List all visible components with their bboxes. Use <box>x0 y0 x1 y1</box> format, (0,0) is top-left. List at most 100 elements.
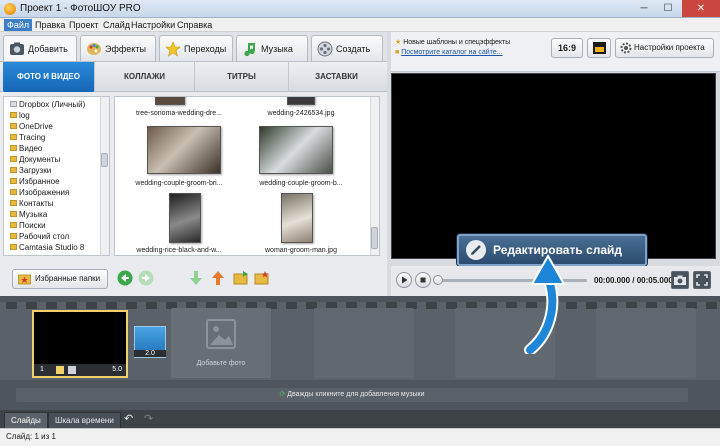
tree-item-contacts[interactable]: Контакты <box>10 198 54 209</box>
tree-item-favorites[interactable]: Избранное <box>10 176 60 187</box>
catalog-link[interactable]: Посмотрите каталог на сайте... <box>401 49 502 56</box>
tab-effects-label: Эффекты <box>105 44 146 54</box>
play-button[interactable] <box>396 272 412 288</box>
folder-icon <box>10 189 17 195</box>
slide-number: 1 <box>40 366 44 373</box>
up-arrow-icon[interactable] <box>210 270 226 286</box>
file-name: tree-sonoma-wedding-dre... <box>136 110 222 117</box>
subtab-collages[interactable]: КОЛЛАЖИ <box>95 62 195 92</box>
file-thumbnail[interactable] <box>281 193 313 243</box>
tab-create[interactable]: Создать <box>311 35 383 61</box>
tree-item-camtasia[interactable]: Camtasia Studio 8 <box>10 242 84 253</box>
file-thumbnail[interactable] <box>169 193 201 243</box>
tree-item-images[interactable]: Изображения <box>10 187 69 198</box>
folder-icon <box>10 101 17 107</box>
tree-item-searches[interactable]: Поиски <box>10 220 46 231</box>
slide-timeline: 1 5.0 2.0 Добавьте фото ⟳ Дважды кликнит… <box>0 296 720 410</box>
file-thumbnail[interactable] <box>259 126 333 174</box>
menu-settings[interactable]: Настройки <box>128 19 178 31</box>
fullscreen-button[interactable] <box>693 271 711 289</box>
tree-item-downloads[interactable]: Загрузки <box>10 165 51 176</box>
slide-thumbnail[interactable]: 1 5.0 <box>32 310 128 378</box>
tree-item-music[interactable]: Музыка <box>10 209 47 220</box>
news-link[interactable]: ■ Посмотрите каталог на сайте... <box>395 49 503 56</box>
curved-arrow-icon <box>524 254 566 354</box>
favorite-folders-button[interactable]: Избранные папки <box>12 269 108 289</box>
speaker-icon[interactable] <box>68 366 76 374</box>
snapshot-button[interactable] <box>671 271 689 289</box>
file-thumbnail[interactable] <box>147 126 221 174</box>
empty-slot[interactable] <box>314 308 414 378</box>
file-name: wedding-couple-groom-bri... <box>135 180 223 187</box>
tree-item-desktop[interactable]: Рабочий стол <box>10 231 69 242</box>
file-grid[interactable]: tree-sonoma-wedding-dre... wedding-24265… <box>114 96 380 256</box>
subtab-titles[interactable]: ТИТРЫ <box>195 62 289 92</box>
folder-icon <box>10 156 17 162</box>
folder-favorite-icon[interactable] <box>254 270 270 286</box>
tree-item-video[interactable]: Видео <box>10 143 42 154</box>
folder-icon <box>10 134 17 140</box>
aspect-ratio-button[interactable]: 16:9 <box>551 38 583 58</box>
subtab-photo-video[interactable]: ФОТО И ВИДЕО <box>3 62 95 92</box>
window-title: Проект 1 - ФотоШОУ PRO <box>20 3 141 14</box>
undo-icon[interactable]: ↶ <box>124 412 133 425</box>
file-name: wedding-couple-groom-b... <box>259 180 343 187</box>
tab-add[interactable]: Добавить <box>3 35 77 61</box>
preview-screen[interactable] <box>391 73 716 259</box>
tree-item-log[interactable]: log <box>10 110 30 121</box>
file-grid-scrollbar[interactable] <box>370 97 379 255</box>
folder-add-icon[interactable] <box>233 270 249 286</box>
folder-tree-scroll-thumb[interactable] <box>101 153 108 167</box>
forward-arrow-icon[interactable] <box>138 270 154 286</box>
subtab-intros[interactable]: ЗАСТАВКИ <box>289 62 384 92</box>
down-arrow-icon[interactable] <box>188 270 204 286</box>
folder-tree[interactable]: Dropbox (Личный) log OneDrive Tracing Ви… <box>3 96 110 256</box>
back-arrow-icon[interactable] <box>117 270 133 286</box>
maximize-button[interactable]: ☐ <box>656 0 680 17</box>
stop-button[interactable] <box>415 272 431 288</box>
view-tabs: Слайды Шкала времени ↶ ↷ <box>0 410 720 428</box>
media-subtabs: ФОТО И ВИДЕО КОЛЛАЖИ ТИТРЫ ЗАСТАВКИ <box>0 62 387 92</box>
pencil-icon[interactable] <box>56 366 64 374</box>
favorite-folders-label: Избранные папки <box>35 274 101 283</box>
transition-duration: 2.0 <box>134 350 166 357</box>
empty-slot[interactable] <box>596 308 696 378</box>
add-icon <box>10 42 24 55</box>
menu-help[interactable]: Справка <box>174 19 215 31</box>
add-photo-slot[interactable]: Добавьте фото <box>171 308 271 378</box>
tab-music[interactable]: Музыка <box>236 35 308 61</box>
music-add-icon: ⟳ <box>279 391 286 398</box>
tree-item-documents[interactable]: Документы <box>10 154 60 165</box>
file-thumbnail[interactable] <box>287 97 315 105</box>
tree-item-tracing[interactable]: Tracing <box>10 132 45 143</box>
seek-handle[interactable] <box>433 275 443 285</box>
main-tabs: Добавить Эффекты Переходы Музыка Создать <box>0 32 387 62</box>
background-fill-button[interactable] <box>587 38 611 58</box>
star-icon <box>165 41 181 57</box>
file-thumbnail[interactable] <box>155 97 185 105</box>
menu-project[interactable]: Проект <box>66 19 102 31</box>
app-logo-icon <box>4 3 16 15</box>
tree-item-dropbox[interactable]: Dropbox (Личный) <box>10 99 85 110</box>
menu-file[interactable]: Файл <box>4 19 33 31</box>
file-name: wedding-rice-black-and-w... <box>136 247 222 254</box>
tab-transitions[interactable]: Переходы <box>159 35 233 61</box>
file-grid-scroll-thumb[interactable] <box>371 227 378 249</box>
redo-icon[interactable]: ↷ <box>144 412 153 425</box>
music-icon <box>244 43 255 57</box>
tab-slides[interactable]: Слайды <box>4 412 48 428</box>
music-track[interactable]: ⟳ Дважды кликните для добавления музыки <box>16 388 688 402</box>
close-button[interactable]: ✕ <box>682 0 720 17</box>
tab-effects[interactable]: Эффекты <box>80 35 156 61</box>
fullscreen-icon <box>696 274 708 286</box>
menu-edit[interactable]: Правка <box>32 19 68 31</box>
project-settings-button[interactable]: Настройки проекта <box>615 38 714 58</box>
tab-timeline[interactable]: Шкала времени <box>48 412 121 428</box>
star-icon: ★ <box>395 39 402 46</box>
folder-tree-scrollbar[interactable] <box>100 97 109 255</box>
slide-info-bar: 1 5.0 <box>34 364 126 376</box>
tree-item-onedrive[interactable]: OneDrive <box>10 121 53 132</box>
stop-icon <box>420 277 426 283</box>
minimize-button[interactable]: ─ <box>632 0 656 17</box>
link-bullet-icon: ■ <box>395 49 400 56</box>
